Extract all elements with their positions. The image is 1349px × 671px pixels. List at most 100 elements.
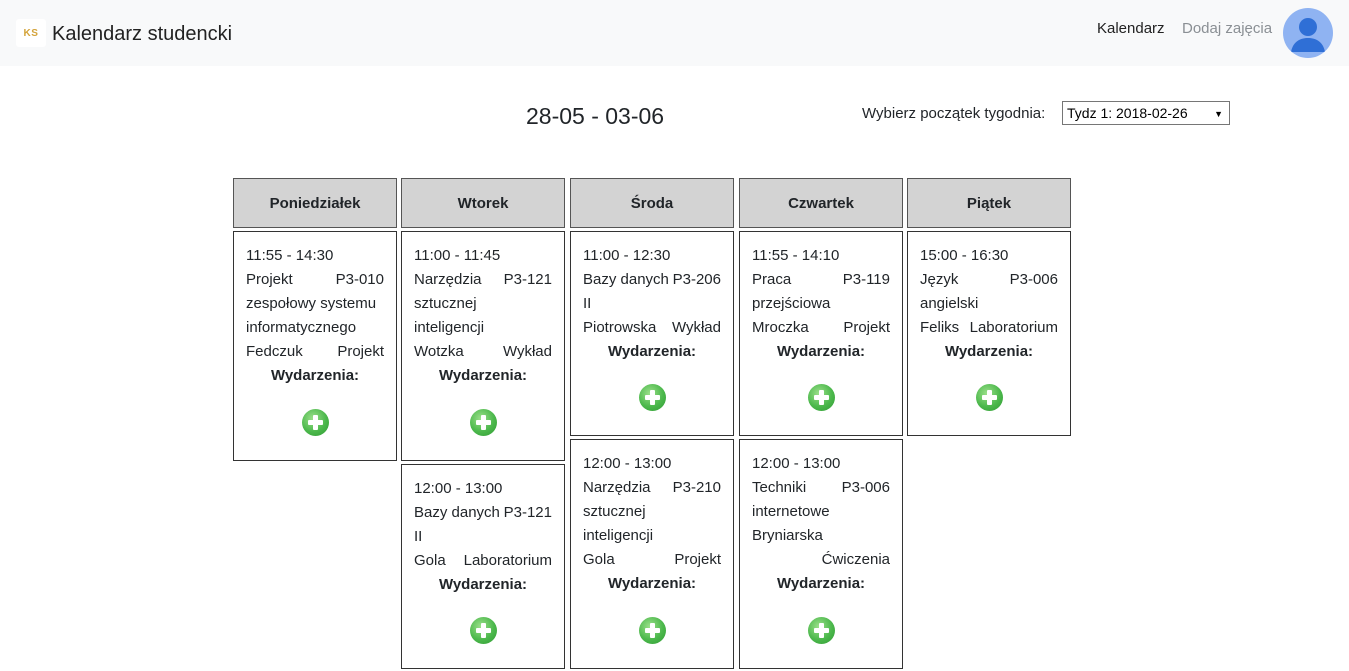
class-detail-left: sztucznej bbox=[583, 503, 646, 520]
day-column: Czwartek 11:55 - 14:10 Praca P3-119 przejści… bbox=[739, 178, 903, 669]
class-detail-row: Bryniarska bbox=[752, 524, 890, 548]
class-time: 11:00 - 12:30 bbox=[583, 247, 671, 264]
class-detail-left: sztucznej bbox=[414, 295, 477, 312]
add-event-wrapper bbox=[234, 409, 396, 444]
class-detail-left: inteligencji bbox=[583, 527, 654, 544]
nav-link-calendar[interactable]: Kalendarz bbox=[1097, 19, 1165, 39]
events-label: Wydarzenia: bbox=[438, 367, 528, 384]
class-detail-left: Narzędzia bbox=[414, 271, 482, 288]
class-detail-left: informatycznego bbox=[246, 319, 357, 336]
events-label: Wydarzenia: bbox=[944, 343, 1034, 360]
class-detail-left: Gola bbox=[583, 551, 615, 568]
add-event-plus-icon[interactable] bbox=[301, 409, 329, 436]
app-brand-title[interactable]: Kalendarz studencki bbox=[52, 21, 232, 47]
nav-link-add-class[interactable]: Dodaj zajęcia bbox=[1182, 19, 1272, 39]
events-label: Wydarzenia: bbox=[438, 576, 528, 593]
class-detail-row: sztucznej bbox=[583, 500, 721, 524]
class-detail-right: Projekt bbox=[674, 551, 721, 568]
class-detail-row: Gola Projekt bbox=[583, 548, 721, 572]
week-picker-label: Wybierz początek tygodnia: bbox=[862, 105, 1046, 122]
class-detail-right: P3-006 bbox=[1009, 271, 1058, 288]
class-card[interactable]: 12:00 - 13:00 Narzędzia P3-210 sztucznej int… bbox=[570, 439, 734, 669]
class-detail-row: Bazy danych P3-121 bbox=[414, 501, 552, 525]
class-detail-left: Bazy danych bbox=[414, 504, 500, 521]
add-event-wrapper bbox=[908, 384, 1070, 419]
add-event-plus-icon[interactable] bbox=[469, 409, 497, 436]
class-detail-left: II bbox=[583, 295, 592, 312]
class-detail-row: inteligencji bbox=[414, 316, 552, 340]
class-detail-right: P3-121 bbox=[503, 271, 552, 288]
class-detail-row: Narzędzia P3-210 bbox=[583, 476, 721, 500]
class-detail-right: P3-006 bbox=[841, 479, 890, 496]
day-column: Wtorek 11:00 - 11:45 Narzędzia P3-121 sztucz… bbox=[401, 178, 565, 669]
class-detail-row: Piotrowska Wykład bbox=[583, 316, 721, 340]
add-event-plus-icon[interactable] bbox=[638, 384, 666, 411]
class-card[interactable]: 12:00 - 13:00 Techniki P3-006 internetowe Br… bbox=[739, 439, 903, 669]
events-label: Wydarzenia: bbox=[270, 367, 360, 384]
class-time: 11:55 - 14:30 bbox=[246, 247, 334, 264]
class-detail-row: Język P3-006 bbox=[920, 268, 1058, 292]
navbar: KS Kalendarz studencki Kalendarz Dodaj z… bbox=[0, 0, 1349, 66]
class-time: 11:55 - 14:10 bbox=[752, 247, 840, 264]
class-detail-row: Projekt P3-010 bbox=[246, 268, 384, 292]
class-detail-right: Laboratorium bbox=[969, 319, 1058, 336]
add-event-plus-icon[interactable] bbox=[807, 617, 835, 644]
class-detail-left: Fedczuk bbox=[246, 343, 303, 360]
class-detail-left: Bazy danych bbox=[583, 271, 669, 288]
add-event-plus-icon[interactable] bbox=[469, 617, 497, 644]
class-detail-left: Piotrowska bbox=[583, 319, 657, 336]
class-detail-row: Mroczka Projekt bbox=[752, 316, 890, 340]
class-detail-left: Feliks bbox=[920, 319, 960, 336]
week-select-value: Tydz 1: 2018-02-26 bbox=[1067, 105, 1188, 121]
class-detail-row: II bbox=[583, 292, 721, 316]
add-event-wrapper bbox=[402, 409, 564, 444]
add-event-plus-icon[interactable] bbox=[975, 384, 1003, 411]
class-detail-right: Wykład bbox=[502, 343, 552, 360]
class-card[interactable]: 11:00 - 11:45 Narzędzia P3-121 sztucznej int… bbox=[401, 231, 565, 461]
class-detail-left: Mroczka bbox=[752, 319, 809, 336]
class-detail-left: Narzędzia bbox=[583, 479, 651, 496]
class-detail-row: zespołowy systemu bbox=[246, 292, 384, 316]
class-detail-right: P3-210 bbox=[672, 479, 721, 496]
class-detail-right: P3-119 bbox=[842, 271, 890, 288]
class-detail-right: Projekt bbox=[843, 319, 890, 336]
class-detail-row: przejściowa bbox=[752, 292, 890, 316]
class-card[interactable]: 11:55 - 14:10 Praca P3-119 przejściowa Mrocz… bbox=[739, 231, 903, 436]
user-silhouette-icon bbox=[1291, 18, 1325, 52]
class-detail-row: angielski bbox=[920, 292, 1058, 316]
class-detail-row: Narzędzia P3-121 bbox=[414, 268, 552, 292]
day-column: Poniedziałek 11:55 - 14:30 Projekt P3-010 ze… bbox=[233, 178, 397, 461]
events-label: Wydarzenia: bbox=[776, 343, 866, 360]
class-detail-row: inteligencji bbox=[583, 524, 721, 548]
class-card[interactable]: 12:00 - 13:00 Bazy danych P3-121 II Gola Labo… bbox=[401, 464, 565, 669]
class-detail-right: Wykład bbox=[671, 319, 721, 336]
chevron-down-icon: ▼ bbox=[1214, 109, 1223, 119]
class-detail-row: Ćwiczenia bbox=[752, 548, 890, 572]
class-card[interactable]: 11:00 - 12:30 Bazy danych P3-206 II Piotrows… bbox=[570, 231, 734, 436]
class-detail-row: Fedczuk Projekt bbox=[246, 340, 384, 364]
class-detail-left: II bbox=[414, 528, 423, 545]
events-label: Wydarzenia: bbox=[607, 575, 697, 592]
class-detail-right: Laboratorium bbox=[463, 552, 552, 569]
class-detail-left: zespołowy systemu bbox=[246, 295, 377, 312]
events-label: Wydarzenia: bbox=[776, 575, 866, 592]
day-header: Wtorek bbox=[401, 178, 565, 228]
day-header: Piątek bbox=[907, 178, 1071, 228]
class-detail-right: P3-121 bbox=[503, 504, 552, 521]
class-detail-row: Bazy danych P3-206 bbox=[583, 268, 721, 292]
day-header: Poniedziałek bbox=[233, 178, 397, 228]
class-card[interactable]: 11:55 - 14:30 Projekt P3-010 zespołowy syst… bbox=[233, 231, 397, 461]
user-avatar-icon[interactable] bbox=[1283, 8, 1333, 58]
week-select[interactable]: Tydz 1: 2018-02-26 ▼ bbox=[1062, 101, 1230, 125]
events-label: Wydarzenia: bbox=[607, 343, 697, 360]
class-detail-left: Język bbox=[920, 271, 959, 288]
class-detail-row: Gola Laboratorium bbox=[414, 549, 552, 573]
add-event-plus-icon[interactable] bbox=[638, 617, 666, 644]
class-detail-left: inteligencji bbox=[414, 319, 485, 336]
class-time: 11:00 - 11:45 bbox=[414, 247, 501, 264]
app-logo[interactable]: KS bbox=[16, 19, 46, 47]
class-detail-row: Wotzka Wykład bbox=[414, 340, 552, 364]
add-event-plus-icon[interactable] bbox=[807, 384, 835, 411]
day-column: Środa 11:00 - 12:30 Bazy danych P3-206 II Pio… bbox=[570, 178, 734, 669]
class-card[interactable]: 15:00 - 16:30 Język P3-006 angielski Feliks L… bbox=[907, 231, 1071, 436]
